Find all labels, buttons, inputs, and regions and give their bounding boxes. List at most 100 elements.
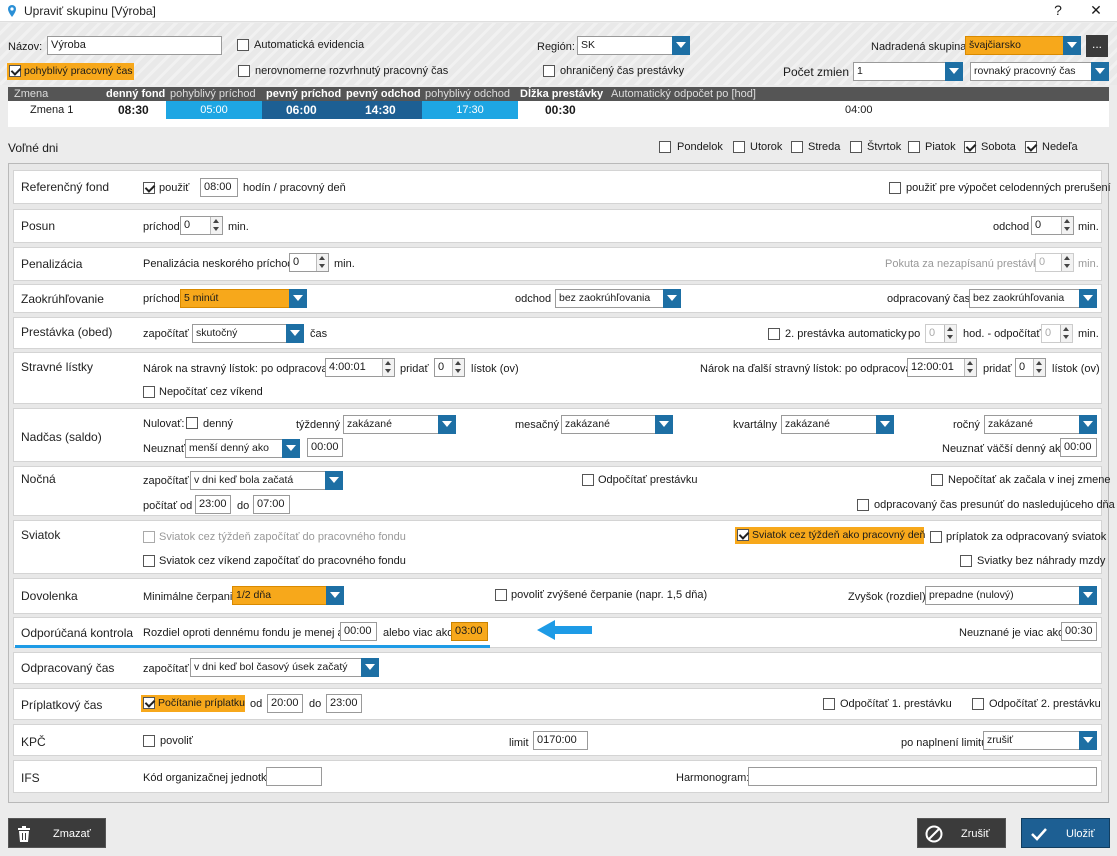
nocna-count-select[interactable]: v dni keď bola začatá bbox=[190, 471, 343, 490]
nadcas-daily-checkbox[interactable] bbox=[186, 417, 198, 429]
penal-fine-stepper[interactable]: 0 bbox=[1035, 253, 1074, 272]
same-time-select[interactable]: rovnaký pracovný čas bbox=[970, 62, 1109, 81]
day-checkbox-nedela[interactable] bbox=[1025, 141, 1037, 153]
strav-add2-stepper[interactable]: 0 bbox=[1015, 358, 1046, 377]
spinner-icon[interactable] bbox=[1061, 217, 1073, 234]
check-icon bbox=[1031, 828, 1047, 841]
day-checkbox-piatok[interactable] bbox=[908, 141, 920, 153]
nadcas-ignore-time[interactable]: 00:00 bbox=[307, 438, 343, 457]
cancel-button[interactable]: Zrušiť bbox=[917, 818, 1006, 848]
odpor-more-time[interactable]: 03:00 bbox=[451, 622, 488, 641]
day-checkbox-utorok[interactable] bbox=[733, 141, 745, 153]
odpor-ignored-time[interactable]: 00:30 bbox=[1061, 622, 1097, 641]
strav-add-stepper[interactable]: 0 bbox=[434, 358, 465, 377]
flexible-time-checkbox[interactable] bbox=[9, 65, 21, 77]
nadcas-yearly-select[interactable]: zakázané bbox=[984, 415, 1097, 434]
nadcas-monthly-select[interactable]: zakázané bbox=[561, 415, 673, 434]
close-button[interactable]: ✕ bbox=[1088, 2, 1104, 19]
prest-label: Prestávka (obed) bbox=[21, 325, 113, 339]
spinner-icon[interactable] bbox=[210, 217, 222, 234]
nocna-move-checkbox[interactable] bbox=[857, 499, 869, 511]
nocna-to-time[interactable]: 07:00 bbox=[253, 495, 290, 514]
posun-arrival-stepper[interactable]: 0 bbox=[180, 216, 223, 235]
posun-departure-stepper[interactable]: 0 bbox=[1031, 216, 1074, 235]
ref-use-checkbox[interactable] bbox=[143, 182, 155, 194]
name-input[interactable]: Výroba bbox=[47, 36, 222, 55]
kpc-after-select[interactable]: zrušiť bbox=[983, 731, 1097, 750]
nocna-other-shift-checkbox[interactable] bbox=[931, 474, 943, 486]
odprac-count-select[interactable]: v dni keď bol časový úsek začatý bbox=[190, 658, 379, 677]
delete-button[interactable]: Zmazať bbox=[8, 818, 106, 848]
limited-break-checkbox[interactable] bbox=[543, 65, 555, 77]
strav-claim-stepper[interactable]: 4:00:01 bbox=[325, 358, 395, 377]
dovol-increase-checkbox[interactable] bbox=[495, 589, 507, 601]
spinner-icon[interactable] bbox=[1060, 325, 1072, 342]
sviatok-workday-checkbox[interactable] bbox=[737, 529, 749, 541]
shift-count-select[interactable]: 1 bbox=[853, 62, 963, 81]
ifs-code-input[interactable] bbox=[266, 767, 322, 786]
prest-after-stepper[interactable]: 0 bbox=[925, 324, 957, 343]
nadcas-ignore-select[interactable]: menší denný ako bbox=[185, 439, 300, 458]
zaok-arrival-select[interactable]: 5 minút bbox=[180, 289, 307, 308]
flexible-time-option[interactable]: pohyblivý pracovný čas bbox=[7, 63, 134, 80]
shift-flex-arrival: 05:00 bbox=[166, 101, 262, 119]
penal-min-label: min. bbox=[334, 258, 355, 270]
day-checkbox-pondelok[interactable] bbox=[659, 141, 671, 153]
strav-next-stepper[interactable]: 12:00:01 bbox=[907, 358, 977, 377]
save-button[interactable]: Uložiť bbox=[1021, 818, 1110, 848]
kpc-limit-input[interactable]: 0170:00 bbox=[533, 731, 588, 750]
sviatok-week-checkbox[interactable] bbox=[143, 531, 155, 543]
pripl-break2-checkbox[interactable] bbox=[972, 698, 984, 710]
kpc-enable-checkbox[interactable] bbox=[143, 735, 155, 747]
pripl-break1-checkbox[interactable] bbox=[823, 698, 835, 710]
more-button[interactable]: ... bbox=[1086, 35, 1108, 57]
spinner-icon[interactable] bbox=[1033, 359, 1045, 376]
pripl-from-time[interactable]: 20:00 bbox=[267, 694, 303, 713]
strav-weekend-checkbox[interactable] bbox=[143, 386, 155, 398]
sviatok-bonus-checkbox[interactable] bbox=[930, 531, 942, 543]
chevron-down-icon bbox=[1079, 289, 1097, 308]
zaok-departure-select[interactable]: bez zaokrúhľovania bbox=[555, 289, 681, 308]
prest-second-checkbox[interactable] bbox=[768, 328, 780, 340]
prest-deduct-stepper[interactable]: 0 bbox=[1041, 324, 1073, 343]
day-checkbox-stvrtok[interactable] bbox=[850, 141, 862, 153]
day-label-piatok: Piatok bbox=[925, 141, 956, 153]
odpor-less-time[interactable]: 00:00 bbox=[340, 622, 377, 641]
prest-type-select[interactable]: skutočný bbox=[192, 324, 304, 343]
ref-hours-input[interactable]: 08:00 bbox=[200, 178, 238, 197]
nadcas-quarterly-select[interactable]: zakázané bbox=[781, 415, 894, 434]
nadcas-ignore2-time[interactable]: 00:00 bbox=[1060, 438, 1097, 457]
nocna-from-time[interactable]: 23:00 bbox=[195, 495, 231, 514]
sviatok-workday-option[interactable]: Sviatok cez týždeň ako pracovný deň bbox=[735, 527, 925, 544]
spinner-icon[interactable] bbox=[1061, 254, 1073, 271]
pripl-count-checkbox[interactable] bbox=[143, 697, 155, 709]
spinner-icon[interactable] bbox=[382, 359, 394, 376]
spinner-icon[interactable] bbox=[452, 359, 464, 376]
nadcas-weekly-select[interactable]: zakázané bbox=[343, 415, 456, 434]
day-checkbox-streda[interactable] bbox=[791, 141, 803, 153]
uneven-time-checkbox[interactable] bbox=[238, 65, 250, 77]
nocna-break-checkbox[interactable] bbox=[582, 474, 594, 486]
day-label-stvrtok: Štvrtok bbox=[867, 141, 902, 153]
help-button[interactable]: ? bbox=[1050, 2, 1066, 18]
sviatok-weekend-checkbox[interactable] bbox=[143, 555, 155, 567]
day-checkbox-sobota[interactable] bbox=[964, 141, 976, 153]
parent-group-select[interactable]: švajčiarsko bbox=[965, 36, 1081, 55]
trash-icon bbox=[18, 826, 30, 842]
pripl-to-time[interactable]: 23:00 bbox=[326, 694, 362, 713]
dovol-rest-select[interactable]: prepadne (nulový) bbox=[925, 586, 1097, 605]
auto-evidencia-checkbox[interactable] bbox=[237, 39, 249, 51]
ifs-schedule-input[interactable] bbox=[748, 767, 1097, 786]
penal-late-stepper[interactable]: 0 bbox=[289, 253, 329, 272]
spinner-icon[interactable] bbox=[944, 325, 956, 342]
sviatok-unpaid-checkbox[interactable] bbox=[960, 555, 972, 567]
zaok-worked-select[interactable]: bez zaokrúhľovania bbox=[969, 289, 1097, 308]
shift-row[interactable]: Zmena 1 08:30 05:00 06:00 14:30 17:30 00… bbox=[8, 101, 1109, 119]
ref-interrupt-checkbox[interactable] bbox=[889, 182, 901, 194]
dovol-min-select[interactable]: 1/2 dňa bbox=[232, 586, 344, 605]
region-select[interactable]: SK bbox=[577, 36, 690, 55]
col-pevny-odchod: pevný odchod bbox=[346, 88, 421, 100]
spinner-icon[interactable] bbox=[964, 359, 976, 376]
spinner-icon[interactable] bbox=[316, 254, 328, 271]
pripl-count-option[interactable]: Počítanie príplatku bbox=[141, 695, 245, 712]
